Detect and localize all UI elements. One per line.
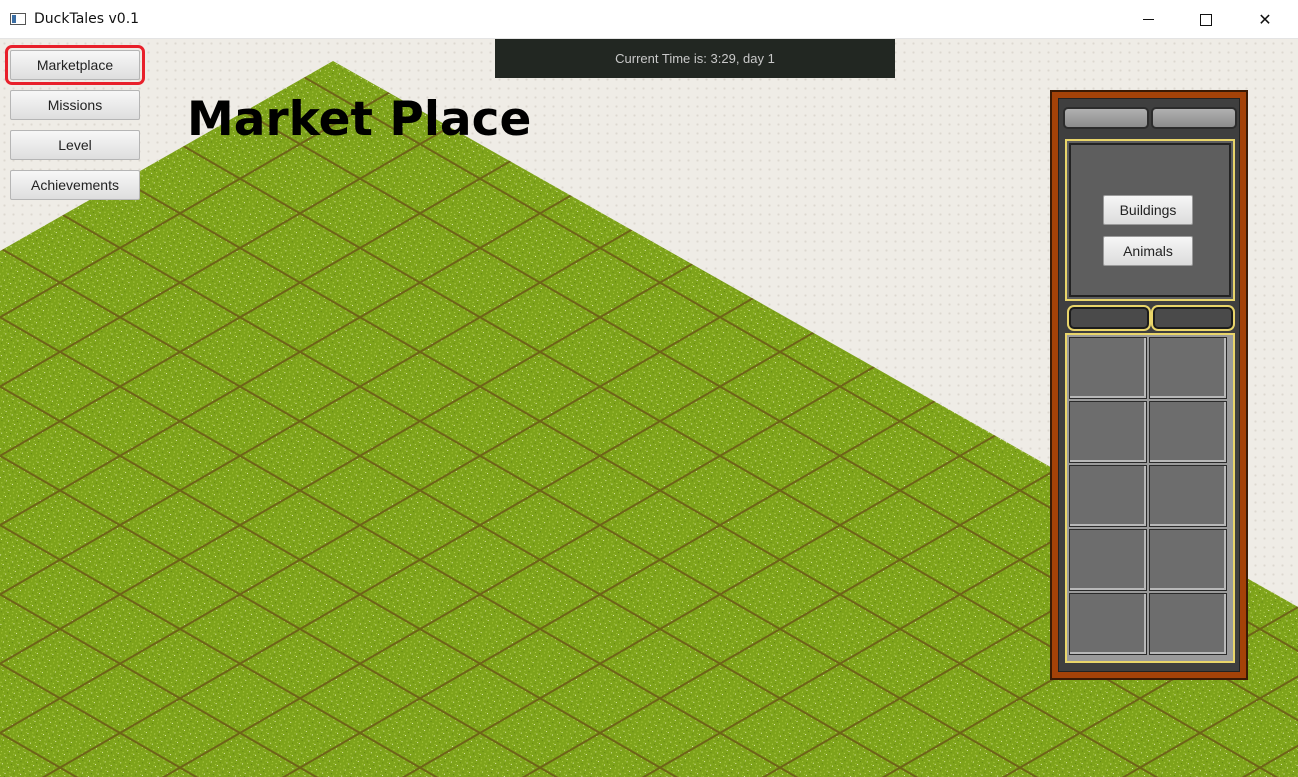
page-prev-tab[interactable]	[1069, 307, 1149, 329]
item-slot[interactable]	[1069, 529, 1147, 591]
market-panel: Buildings Animals	[1050, 90, 1248, 680]
market-panel-inner: Buildings Animals	[1058, 98, 1240, 672]
panel-tab-left[interactable]	[1063, 107, 1149, 129]
page-title: Market Place	[187, 92, 532, 147]
item-grid	[1065, 333, 1235, 663]
time-display: Current Time is: 3:29, day 1	[495, 39, 895, 78]
page-next-tab[interactable]	[1153, 307, 1233, 329]
close-button[interactable]: ✕	[1236, 0, 1294, 39]
item-slot[interactable]	[1149, 337, 1227, 399]
category-box: Buildings Animals	[1065, 139, 1235, 301]
item-slot[interactable]	[1069, 465, 1147, 527]
minimize-icon	[1142, 19, 1154, 20]
maximize-button[interactable]	[1177, 0, 1235, 39]
game-stage[interactable]: Current Time is: 3:29, day 1 Market Plac…	[0, 39, 1298, 777]
minimize-button[interactable]	[1119, 0, 1177, 39]
item-slot[interactable]	[1149, 593, 1227, 655]
title-bar: DuckTales v0.1 ✕	[0, 0, 1298, 39]
missions-button[interactable]: Missions	[10, 90, 140, 120]
level-button[interactable]: Level	[10, 130, 140, 160]
buildings-button[interactable]: Buildings	[1103, 195, 1193, 225]
maximize-icon	[1200, 13, 1212, 26]
item-slot[interactable]	[1149, 401, 1227, 463]
window-title: DuckTales v0.1	[34, 11, 140, 27]
app-icon	[10, 13, 26, 25]
animals-button[interactable]: Animals	[1103, 236, 1193, 266]
item-slot[interactable]	[1149, 465, 1227, 527]
item-slot[interactable]	[1069, 337, 1147, 399]
close-icon: ✕	[1258, 10, 1272, 29]
item-slot[interactable]	[1069, 401, 1147, 463]
item-slot[interactable]	[1149, 529, 1227, 591]
marketplace-button[interactable]: Marketplace	[5, 45, 145, 85]
panel-tab-right[interactable]	[1151, 107, 1237, 129]
item-slot[interactable]	[1069, 593, 1147, 655]
achievements-button[interactable]: Achievements	[10, 170, 140, 200]
